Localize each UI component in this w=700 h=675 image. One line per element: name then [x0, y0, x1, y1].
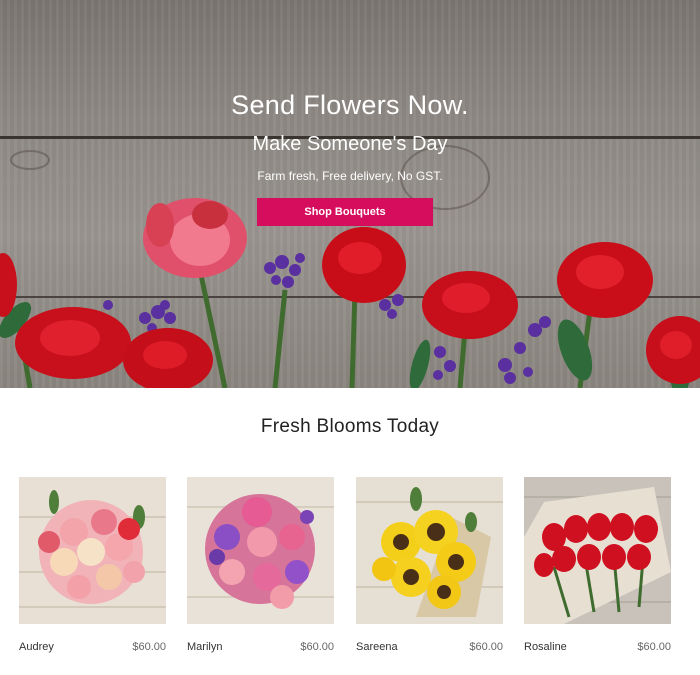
hero-tagline: Farm fresh, Free delivery, No GST.: [257, 169, 443, 183]
product-image-marilyn[interactable]: [187, 477, 334, 624]
product-name[interactable]: Audrey: [19, 641, 54, 653]
product-grid: Audrey $60.00 Marilyn $60.00 Sareena $60…: [19, 477, 683, 657]
product-card[interactable]: Rosaline $60.00: [524, 477, 671, 661]
product-image-sareena[interactable]: [356, 477, 503, 624]
shop-bouquets-button[interactable]: Shop Bouquets: [257, 198, 433, 226]
section-title: Fresh Blooms Today: [260, 416, 440, 437]
product-name[interactable]: Rosaline: [524, 641, 567, 653]
product-image-audrey[interactable]: [19, 477, 166, 624]
hero-flowers-image: [0, 198, 700, 388]
product-price: $60.00: [469, 641, 503, 653]
product-image-rosaline[interactable]: [524, 477, 671, 624]
product-price: $60.00: [132, 641, 166, 653]
product-card[interactable]: Sareena $60.00: [356, 477, 503, 661]
product-price: $60.00: [637, 641, 671, 653]
hero-title: Send Flowers Now.: [231, 90, 469, 120]
product-price: $60.00: [300, 641, 334, 653]
product-card[interactable]: Audrey $60.00: [19, 477, 166, 661]
product-name[interactable]: Sareena: [356, 641, 398, 653]
hero-subtitle: Make Someone's Day: [252, 133, 448, 155]
product-name[interactable]: Marilyn: [187, 641, 222, 653]
product-card[interactable]: Marilyn $60.00: [187, 477, 334, 661]
hero-banner: Send Flowers Now. Make Someone's Day Far…: [0, 0, 700, 388]
